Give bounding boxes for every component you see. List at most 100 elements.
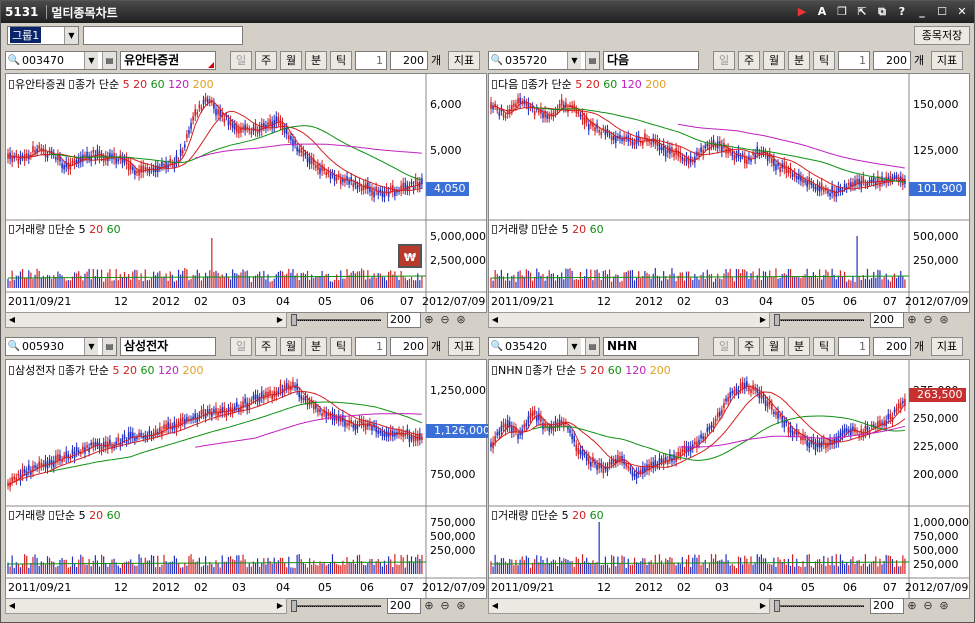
stock-code-select[interactable]: 🔍 035420 ▼ ▤ bbox=[488, 336, 600, 356]
record-icon[interactable]: ▶ bbox=[794, 4, 810, 20]
legend-checkbox[interactable] bbox=[526, 366, 532, 375]
zoom-count-field[interactable]: 200 bbox=[870, 598, 904, 614]
legend-checkbox[interactable] bbox=[531, 225, 537, 234]
legend-checkbox[interactable] bbox=[492, 225, 497, 234]
restore-icon[interactable]: ⧉ bbox=[874, 4, 890, 20]
period-button[interactable]: 월 bbox=[763, 50, 785, 70]
search-icon[interactable]: 🔍 bbox=[489, 341, 505, 352]
help-icon[interactable]: ? bbox=[894, 4, 910, 20]
zoom-in-icon[interactable]: ⊕ bbox=[421, 598, 437, 614]
scroll-left-icon[interactable]: ◀ bbox=[6, 599, 18, 613]
chevron-down-icon[interactable]: ▼ bbox=[64, 26, 78, 44]
period-button[interactable]: 분 bbox=[788, 50, 810, 70]
zoom-count-field[interactable]: 200 bbox=[870, 312, 904, 328]
zoom-out-icon[interactable]: ⊖ bbox=[437, 312, 453, 328]
legend-checkbox[interactable] bbox=[521, 80, 527, 89]
zoom-out-icon[interactable]: ⊖ bbox=[920, 312, 936, 328]
slider-thumb[interactable] bbox=[291, 600, 297, 612]
period-button[interactable]: 월 bbox=[763, 336, 785, 356]
stock-name-field[interactable]: 삼성전자 bbox=[120, 336, 216, 356]
minimize-icon[interactable]: _ bbox=[914, 4, 930, 20]
zoom-count-field[interactable]: 200 bbox=[387, 312, 421, 328]
search-icon[interactable]: 🔍 bbox=[6, 55, 22, 66]
chevron-down-icon[interactable]: ▼ bbox=[84, 337, 98, 355]
period-button[interactable]: 일 bbox=[713, 336, 735, 356]
legend-checkbox[interactable] bbox=[9, 366, 14, 375]
group-select[interactable]: 그룹1 ▼ bbox=[7, 25, 79, 45]
period-button[interactable]: 틱 bbox=[813, 50, 835, 70]
font-icon[interactable]: A bbox=[814, 4, 830, 20]
legend-checkbox[interactable] bbox=[69, 80, 75, 89]
stock-code-select[interactable]: 🔍 005930 ▼ ▤ bbox=[5, 336, 117, 356]
period-button[interactable]: 주 bbox=[255, 336, 277, 356]
indicator-button[interactable]: 지표 bbox=[448, 336, 480, 356]
legend-checkbox[interactable] bbox=[48, 225, 54, 234]
stock-name-field[interactable]: NHN bbox=[603, 336, 699, 356]
zoom-in-icon[interactable]: ⊕ bbox=[904, 312, 920, 328]
horizontal-scrollbar[interactable]: ◀ ▶ bbox=[5, 598, 287, 614]
count-start-field[interactable]: 1 bbox=[355, 336, 387, 356]
period-button[interactable]: 일 bbox=[713, 50, 735, 70]
book-icon[interactable]: ▤ bbox=[585, 51, 599, 69]
slider-thumb[interactable] bbox=[774, 600, 780, 612]
scroll-right-icon[interactable]: ▶ bbox=[757, 599, 769, 613]
horizontal-scrollbar[interactable]: ◀ ▶ bbox=[488, 312, 770, 328]
period-button[interactable]: 일 bbox=[230, 336, 252, 356]
slider-thumb[interactable] bbox=[774, 314, 780, 326]
title-bar[interactable]: 5131 멀티종목차트 ▶ A ❐ ⇱ ⧉ ? _ ☐ ✕ bbox=[1, 1, 974, 23]
close-icon[interactable]: ✕ bbox=[954, 4, 970, 20]
scroll-left-icon[interactable]: ◀ bbox=[6, 313, 18, 327]
slider-thumb[interactable] bbox=[291, 314, 297, 326]
stock-name-field[interactable]: 유안타증권 bbox=[120, 50, 216, 70]
expand-icon[interactable]: ⇱ bbox=[854, 4, 870, 20]
zoom-slider[interactable] bbox=[774, 600, 866, 612]
stock-code-select[interactable]: 🔍 003470 ▼ ▤ bbox=[5, 50, 117, 70]
won-badge-icon[interactable]: ₩ bbox=[398, 244, 422, 268]
period-button[interactable]: 틱 bbox=[330, 336, 352, 356]
group-name-field[interactable] bbox=[83, 25, 243, 45]
legend-checkbox[interactable] bbox=[492, 511, 497, 520]
zoom-slider[interactable] bbox=[291, 314, 383, 326]
scroll-left-icon[interactable]: ◀ bbox=[489, 313, 501, 327]
legend-checkbox[interactable] bbox=[58, 366, 64, 375]
count-start-field[interactable]: 1 bbox=[838, 50, 870, 70]
chevron-down-icon[interactable]: ▼ bbox=[567, 337, 581, 355]
period-button[interactable]: 월 bbox=[280, 336, 302, 356]
scroll-right-icon[interactable]: ▶ bbox=[274, 599, 286, 613]
zoom-out-icon[interactable]: ⊖ bbox=[437, 598, 453, 614]
horizontal-scrollbar[interactable]: ◀ ▶ bbox=[5, 312, 287, 328]
period-button[interactable]: 틱 bbox=[330, 50, 352, 70]
zoom-in-icon[interactable]: ⊕ bbox=[421, 312, 437, 328]
legend-checkbox[interactable] bbox=[531, 511, 537, 520]
chevron-down-icon[interactable]: ▼ bbox=[84, 51, 98, 69]
zoom-slider[interactable] bbox=[774, 314, 866, 326]
stock-code-select[interactable]: 🔍 035720 ▼ ▤ bbox=[488, 50, 600, 70]
zoom-out-icon[interactable]: ⊖ bbox=[920, 598, 936, 614]
legend-checkbox[interactable] bbox=[9, 80, 14, 89]
indicator-button[interactable]: 지표 bbox=[931, 50, 963, 70]
legend-checkbox[interactable] bbox=[9, 225, 14, 234]
book-icon[interactable]: ▤ bbox=[102, 337, 116, 355]
zoom-slider[interactable] bbox=[291, 600, 383, 612]
scroll-right-icon[interactable]: ▶ bbox=[757, 313, 769, 327]
count-field[interactable]: 200 bbox=[390, 336, 428, 356]
period-button[interactable]: 월 bbox=[280, 50, 302, 70]
indicator-button[interactable]: 지표 bbox=[931, 336, 963, 356]
period-button[interactable]: 분 bbox=[788, 336, 810, 356]
zoom-reset-icon[interactable]: ⊛ bbox=[936, 312, 952, 328]
zoom-in-icon[interactable]: ⊕ bbox=[904, 598, 920, 614]
maximize-icon[interactable]: ☐ bbox=[934, 4, 950, 20]
book-icon[interactable]: ▤ bbox=[585, 337, 599, 355]
search-icon[interactable]: 🔍 bbox=[6, 341, 22, 352]
count-start-field[interactable]: 1 bbox=[838, 336, 870, 356]
stock-name-field[interactable]: 다음 bbox=[603, 50, 699, 70]
period-button[interactable]: 틱 bbox=[813, 336, 835, 356]
count-field[interactable]: 200 bbox=[873, 336, 911, 356]
horizontal-scrollbar[interactable]: ◀ ▶ bbox=[488, 598, 770, 614]
period-button[interactable]: 분 bbox=[305, 336, 327, 356]
period-button[interactable]: 일 bbox=[230, 50, 252, 70]
zoom-reset-icon[interactable]: ⊛ bbox=[936, 598, 952, 614]
indicator-button[interactable]: 지표 bbox=[448, 50, 480, 70]
legend-checkbox[interactable] bbox=[492, 366, 497, 375]
zoom-count-field[interactable]: 200 bbox=[387, 598, 421, 614]
